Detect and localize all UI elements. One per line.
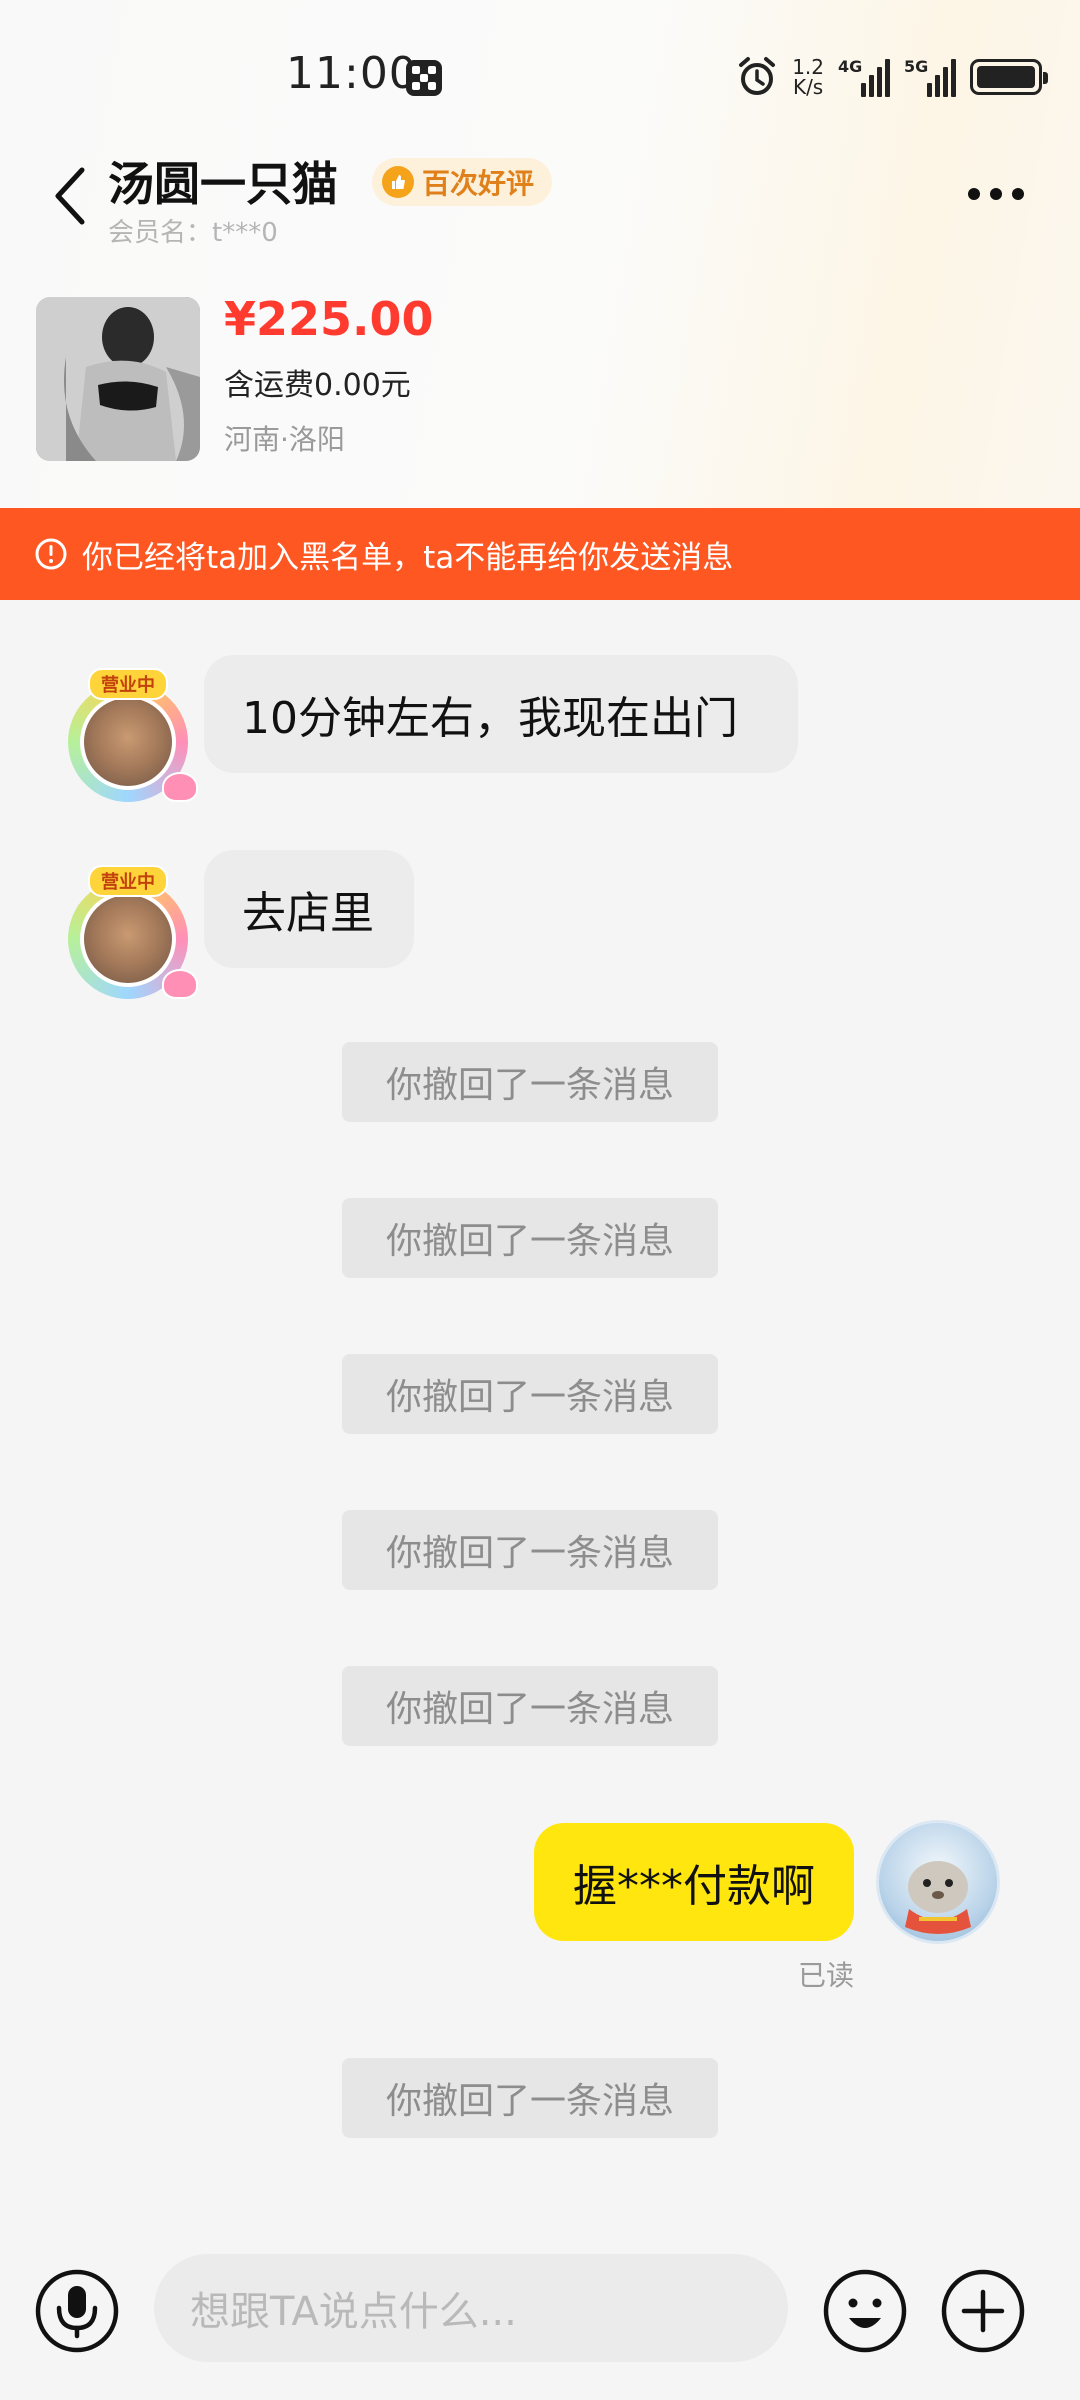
alarm-icon <box>739 57 776 95</box>
back-arrow-icon[interactable] <box>48 164 92 228</box>
recalled-message-notice: 你撤回了一条消息 <box>342 2058 718 2138</box>
recall-text: 你撤回了一条消息 <box>385 2081 674 2122</box>
warning-text: 你已经将ta加入黑名单，ta不能再给你发送消息 <box>82 539 734 576</box>
read-receipt: 已读 <box>798 1959 855 1992</box>
octopus-sticker-icon <box>162 772 198 802</box>
battery-icon <box>970 59 1048 95</box>
my-avatar[interactable] <box>876 1820 1000 1944</box>
recalled-message-notice: 你撤回了一条消息 <box>342 1198 718 1278</box>
emoji-icon[interactable] <box>822 2268 908 2354</box>
contact-avatar[interactable]: 营业中 <box>58 668 198 808</box>
status-icons: 1.2 K/s 4G 5G <box>736 52 1048 102</box>
message-text: 去店里 <box>242 888 374 939</box>
recall-text: 你撤回了一条消息 <box>385 1533 674 1574</box>
blacklist-warning: 你已经将ta加入黑名单，ta不能再给你发送消息 <box>0 508 1080 600</box>
recall-text: 你撤回了一条消息 <box>385 1377 674 1418</box>
contact-avatar[interactable]: 营业中 <box>58 865 198 1005</box>
thumb-up-icon <box>382 166 414 198</box>
message-text: 握***付款啊 <box>573 1861 815 1912</box>
message-bubble-outgoing[interactable]: 握***付款啊 <box>534 1823 854 1941</box>
input-placeholder: 想跟TA说点什么... <box>190 2289 517 2335</box>
contact-name[interactable]: 汤圆一只猫 <box>108 148 338 214</box>
rating-badge: 百次好评 <box>372 158 553 206</box>
signal-5g-icon: 5G <box>904 57 956 97</box>
message-input[interactable]: 想跟TA说点什么... <box>154 2254 788 2362</box>
message-bubble-incoming[interactable]: 10分钟左右，我现在出门 <box>204 655 798 773</box>
app-notification-icon <box>406 60 442 96</box>
badge-label: 百次好评 <box>422 167 535 200</box>
message-bubble-incoming[interactable]: 去店里 <box>204 850 414 968</box>
product-thumbnail[interactable] <box>36 297 200 461</box>
recalled-message-notice: 你撤回了一条消息 <box>342 1510 718 1590</box>
signal-4g-icon: 4G <box>838 57 890 97</box>
avatar-status-tag: 营业中 <box>88 668 168 700</box>
signal-4g-label: 4G <box>838 57 863 76</box>
net-speed-unit: K/s <box>792 75 824 99</box>
warning-icon <box>35 538 67 570</box>
message-text: 10分钟左右，我现在出门 <box>242 693 738 744</box>
recalled-message-notice: 你撤回了一条消息 <box>342 1042 718 1122</box>
recalled-message-notice: 你撤回了一条消息 <box>342 1666 718 1746</box>
product-location: 河南·洛阳 <box>224 423 345 456</box>
avatar-status-tag: 营业中 <box>88 865 168 897</box>
net-speed: 1.2 K/s <box>792 57 824 97</box>
member-name: 会员名：t***0 <box>108 218 278 248</box>
net-speed-value: 1.2 <box>792 55 824 79</box>
more-options-button[interactable] <box>968 188 1024 200</box>
status-time: 11:00 <box>286 48 418 99</box>
plus-icon[interactable] <box>940 2268 1026 2354</box>
octopus-sticker-icon <box>162 969 198 999</box>
signal-5g-label: 5G <box>904 57 929 76</box>
microphone-icon[interactable] <box>34 2268 120 2354</box>
product-price: ¥225.00 <box>224 292 434 346</box>
recalled-message-notice: 你撤回了一条消息 <box>342 1354 718 1434</box>
recall-text: 你撤回了一条消息 <box>385 1221 674 1262</box>
recall-text: 你撤回了一条消息 <box>385 1689 674 1730</box>
shipping-fee: 含运费0.00元 <box>224 368 411 403</box>
recall-text: 你撤回了一条消息 <box>385 1065 674 1106</box>
